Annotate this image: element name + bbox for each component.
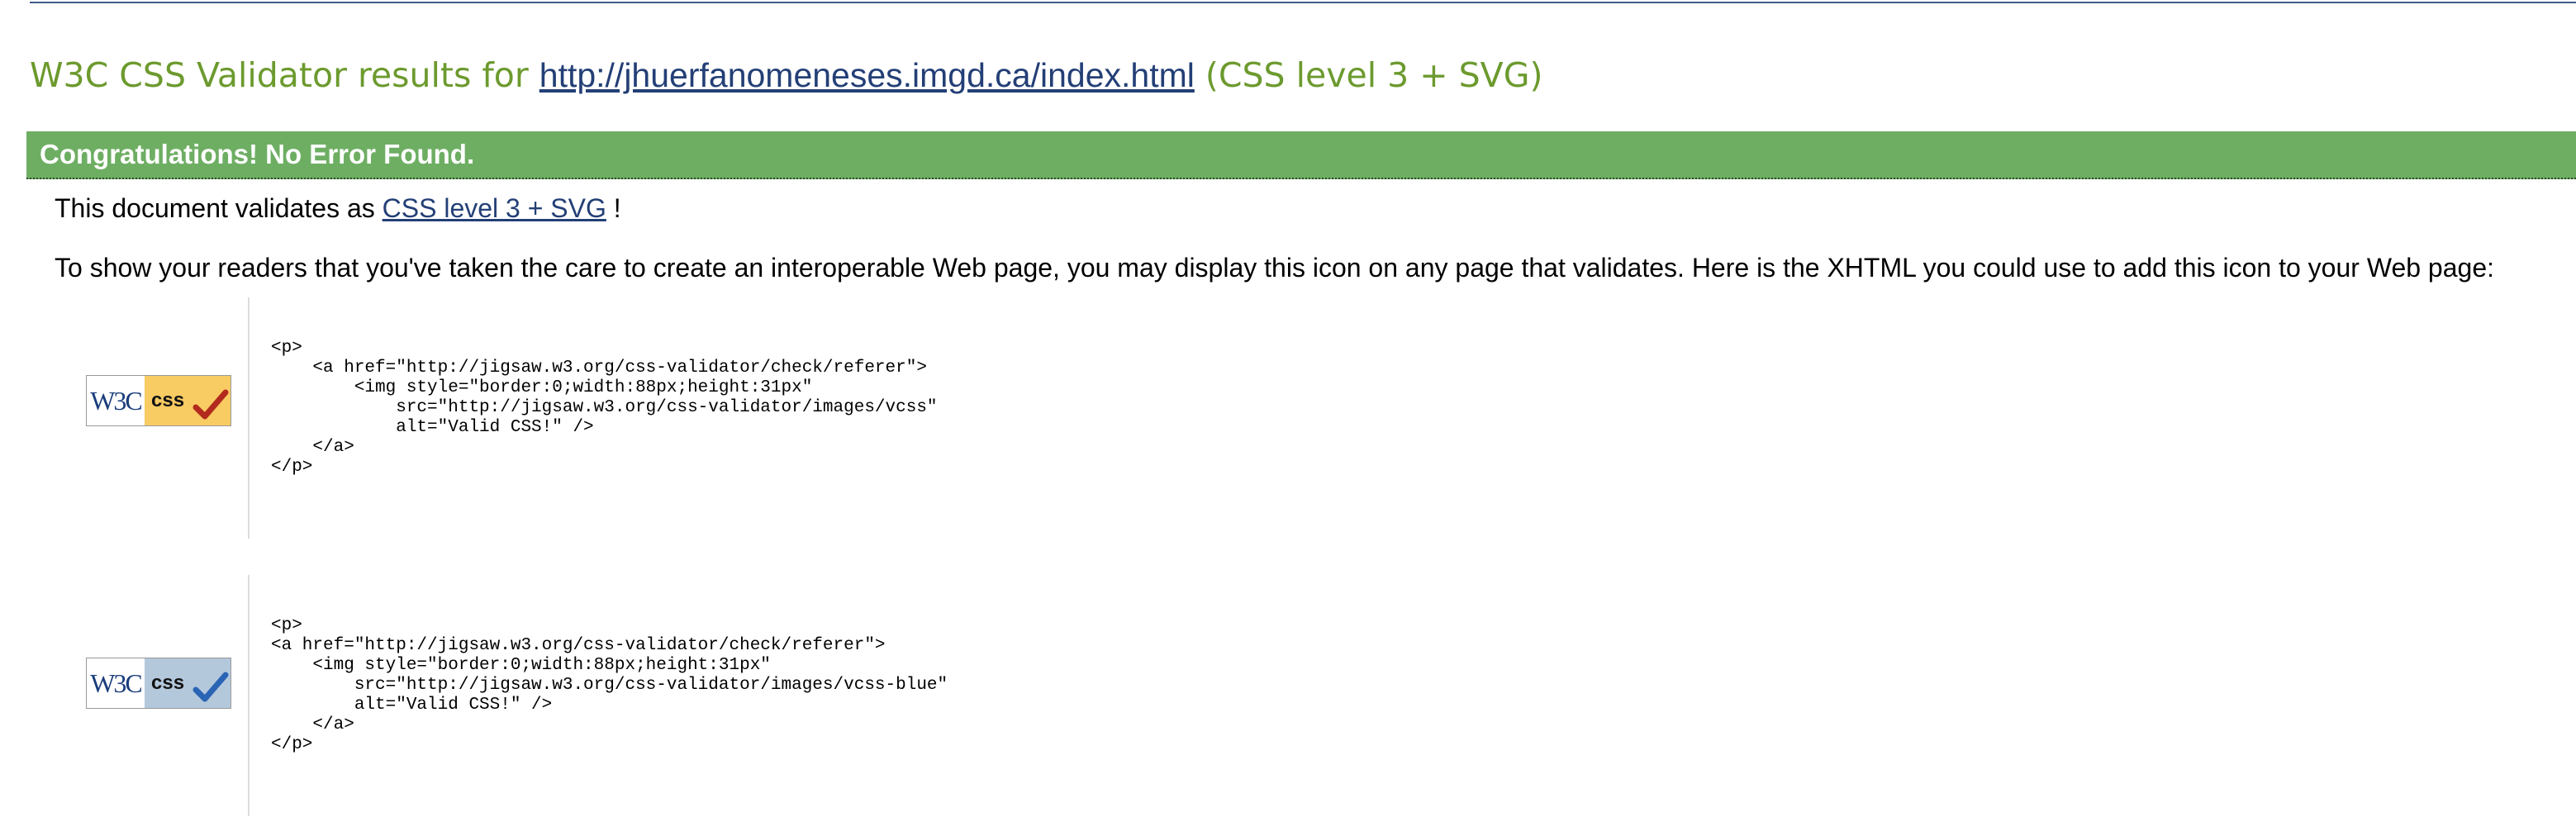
w3c-logo: W3C: [87, 376, 145, 425]
badge-css-area: css: [145, 658, 231, 708]
title-prefix: W3C CSS Validator results for: [30, 55, 539, 95]
badge-css-area: css: [145, 376, 231, 425]
validated-url-link[interactable]: http://jhuerfanomeneses.imgd.ca/index.ht…: [539, 56, 1195, 94]
w3c-logo: W3C: [87, 658, 145, 708]
icon-instructions: To show your readers that you've taken t…: [55, 253, 2494, 283]
top-divider: [30, 2, 2576, 3]
page-title: W3C CSS Validator results for http://jhu…: [30, 51, 1542, 99]
code-divider: [248, 297, 250, 539]
validates-suffix: !: [606, 193, 621, 223]
badge-block-blue: W3C css <p> <a href="http://jigsaw.w3.or…: [55, 575, 2450, 816]
badge-css-text: css: [151, 672, 185, 694]
blue-check-icon: [192, 672, 229, 702]
badge-block-gold: W3C css <p> <a href="http://jigsaw.w3.or…: [55, 297, 2450, 539]
valid-css-badge-gold[interactable]: W3C css: [86, 375, 231, 426]
badge-html-snippet: <p> <a href="http://jigsaw.w3.org/css-va…: [271, 339, 938, 477]
valid-css-badge-blue[interactable]: W3C css: [86, 658, 231, 709]
validates-statement: This document validates as CSS level 3 +…: [55, 190, 621, 226]
success-banner: Congratulations! No Error Found.: [26, 131, 2576, 179]
red-check-icon: [192, 389, 229, 420]
success-message: Congratulations! No Error Found.: [40, 139, 475, 169]
badge-html-snippet: <p> <a href="http://jigsaw.w3.org/css-va…: [271, 616, 948, 754]
css-profile-link[interactable]: CSS level 3 + SVG: [383, 193, 606, 223]
code-divider: [248, 575, 250, 816]
title-suffix: (CSS level 3 + SVG): [1194, 55, 1543, 95]
validates-prefix: This document validates as: [55, 193, 383, 223]
badge-css-text: css: [151, 389, 185, 411]
